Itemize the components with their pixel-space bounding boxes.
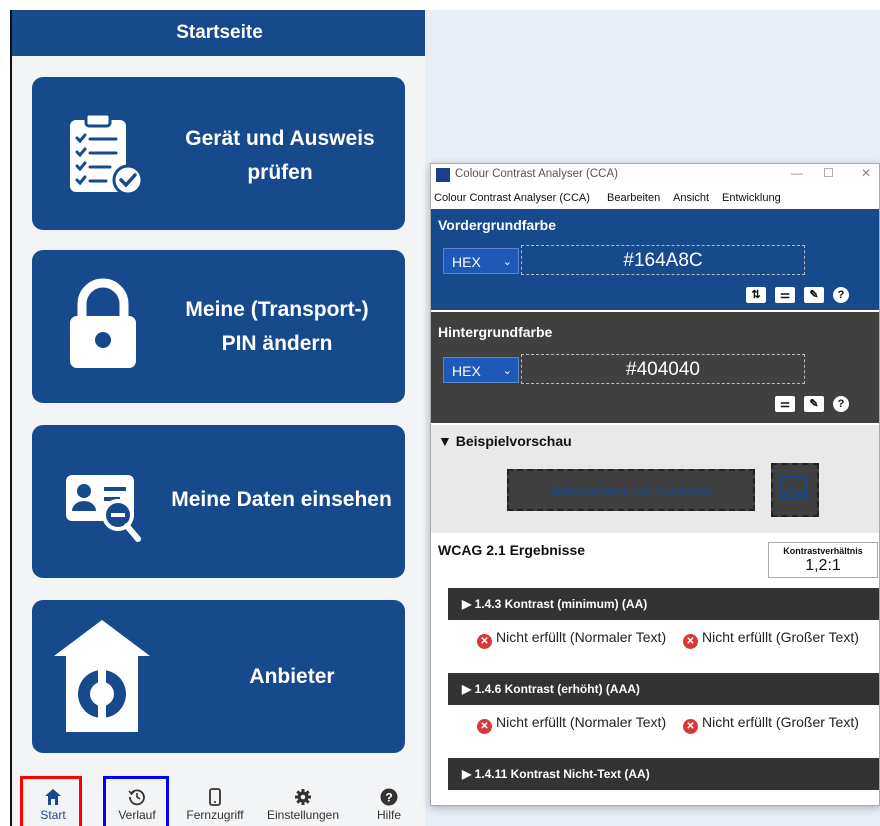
provider-house-icon xyxy=(54,620,150,732)
result-large-text: ✕ Nicht erfüllt (Großer Text) xyxy=(683,714,879,734)
preview-toggle[interactable]: ▼ Beispielvorschau xyxy=(438,433,572,449)
result-text: Nicht erfüllt (Normaler Text) xyxy=(496,629,667,645)
foreground-format-select[interactable]: HEX ⌄ xyxy=(443,248,519,274)
window-titlebar: Colour Contrast Analyser (CCA) — ☐ ✕ xyxy=(431,164,879,186)
background-section: Hintergrundfarbe HEX ⌄ #404040 ⚌ ✎ ? xyxy=(431,312,879,423)
cca-window: Colour Contrast Analyser (CCA) — ☐ ✕ Col… xyxy=(430,163,880,806)
nav-label: Fernzugriff xyxy=(186,808,244,822)
nav-label: Start xyxy=(40,808,66,822)
eyedropper-icon[interactable]: ✎ xyxy=(804,287,824,303)
tile-providers[interactable]: Anbieter xyxy=(32,600,405,753)
nav-history[interactable]: Verlauf xyxy=(108,776,166,826)
fail-icon: ✕ xyxy=(477,719,492,734)
contrast-ratio-box: Kontrastverhältnis 1,2:1 xyxy=(768,542,878,578)
swap-colors-icon[interactable]: ⇅ xyxy=(746,287,766,303)
nav-start[interactable]: Start xyxy=(24,776,82,826)
nav-label: Einstellungen xyxy=(266,808,340,822)
svg-text:?: ? xyxy=(385,791,392,805)
minimize-icon[interactable]: — xyxy=(791,166,803,180)
tile-label: Meine Daten einsehen xyxy=(171,488,392,511)
foreground-hex-input[interactable]: #164A8C xyxy=(521,245,805,275)
fail-icon: ✕ xyxy=(477,634,492,649)
nav-label: Verlauf xyxy=(118,808,156,822)
foreground-title: Vordergrundfarbe xyxy=(438,217,556,233)
results-title: WCAG 2.1 Ergebnisse xyxy=(438,542,586,558)
image-icon xyxy=(780,476,808,500)
chevron-down-icon: ⌄ xyxy=(502,256,512,268)
background-hex-input[interactable]: #404040 xyxy=(521,354,805,384)
phone-icon xyxy=(209,788,221,806)
sliders-icon[interactable]: ⚌ xyxy=(775,396,795,412)
contrast-ratio-value: 1,2:1 xyxy=(805,557,841,574)
id-card-search-icon xyxy=(66,475,141,542)
background-format-select[interactable]: HEX ⌄ xyxy=(443,357,519,383)
tile-label: Gerät und Ausweis prüfen xyxy=(185,127,375,184)
format-label: HEX xyxy=(452,363,481,379)
help-icon: ? xyxy=(380,788,398,806)
help-icon[interactable]: ? xyxy=(833,287,849,303)
criterion-1-4-3-toggle[interactable]: ▶ 1.4.3 Kontrast (minimum) (AA) xyxy=(448,588,879,620)
bottom-navigation: Start Verlauf Fernzugriff Einstellungen … xyxy=(12,776,427,826)
help-icon[interactable]: ? xyxy=(833,396,849,412)
result-large-text: ✕ Nicht erfüllt (Großer Text) xyxy=(683,629,879,649)
menu-bar: Colour Contrast Analyser (CCA) Bearbeite… xyxy=(431,188,879,208)
menu-view[interactable]: Ansicht xyxy=(673,192,709,204)
gear-icon xyxy=(295,789,311,805)
app-logo-icon xyxy=(436,168,450,182)
tile-check-device-id[interactable]: Gerät und Ausweis prüfen xyxy=(32,77,405,230)
menu-app[interactable]: Colour Contrast Analyser (CCA) xyxy=(434,192,590,204)
preview-section: ▼ Beispielvorschau Beispieltext mit Kont… xyxy=(431,425,879,533)
home-icon xyxy=(45,789,61,805)
result-text: Nicht erfüllt (Großer Text) xyxy=(702,714,859,730)
menu-edit[interactable]: Bearbeiten xyxy=(607,192,660,204)
criterion-1-4-11-toggle[interactable]: ▶ 1.4.11 Kontrast Nicht-Text (AA) xyxy=(448,758,879,790)
eyedropper-icon[interactable]: ✎ xyxy=(804,396,824,412)
mobile-app: Startseite Gerät und Ausweis prüfen Mein… xyxy=(10,10,427,826)
foreground-section: Vordergrundfarbe HEX ⌄ #164A8C ⇅ ⚌ ✎ ? xyxy=(431,209,879,310)
result-normal-text: ✕ Nicht erfüllt (Normaler Text) xyxy=(477,629,667,649)
preview-sample-icon xyxy=(771,463,819,517)
nav-remote-access[interactable]: Fernzugriff xyxy=(184,776,246,826)
criterion-1-4-6-toggle[interactable]: ▶ 1.4.6 Kontrast (erhöht) (AAA) xyxy=(448,673,879,705)
tile-label: Meine (Transport-) PIN ändern xyxy=(185,298,369,355)
format-label: HEX xyxy=(452,254,481,270)
tile-view-data[interactable]: Meine Daten einsehen xyxy=(32,425,405,578)
result-text: Nicht erfüllt (Großer Text) xyxy=(702,629,859,645)
tile-change-pin[interactable]: Meine (Transport-) PIN ändern xyxy=(32,250,405,403)
close-icon[interactable]: ✕ xyxy=(861,166,871,180)
nav-help[interactable]: ? Hilfe xyxy=(364,776,414,826)
nav-label: Hilfe xyxy=(376,808,401,822)
contrast-ratio-label: Kontrastverhältnis xyxy=(783,546,863,556)
menu-development[interactable]: Entwicklung xyxy=(722,192,781,204)
maximize-icon[interactable]: ☐ xyxy=(823,166,834,180)
nav-settings[interactable]: Einstellungen xyxy=(258,776,348,826)
history-icon xyxy=(128,789,145,806)
chevron-down-icon: ⌄ xyxy=(502,365,512,377)
sliders-icon[interactable]: ⚌ xyxy=(775,287,795,303)
result-normal-text: ✕ Nicht erfüllt (Normaler Text) xyxy=(477,714,667,734)
tile-label: Anbieter xyxy=(249,665,335,688)
clipboard-check-icon xyxy=(70,112,144,196)
page-title: Startseite xyxy=(12,10,427,56)
lock-icon xyxy=(70,278,136,368)
window-title: Colour Contrast Analyser (CCA) xyxy=(455,168,618,180)
background-title: Hintergrundfarbe xyxy=(438,324,553,340)
fail-icon: ✕ xyxy=(683,634,698,649)
fail-icon: ✕ xyxy=(683,719,698,734)
result-text: Nicht erfüllt (Normaler Text) xyxy=(496,714,667,730)
preview-sample-text: Beispieltext mit Kontrast xyxy=(507,469,755,511)
